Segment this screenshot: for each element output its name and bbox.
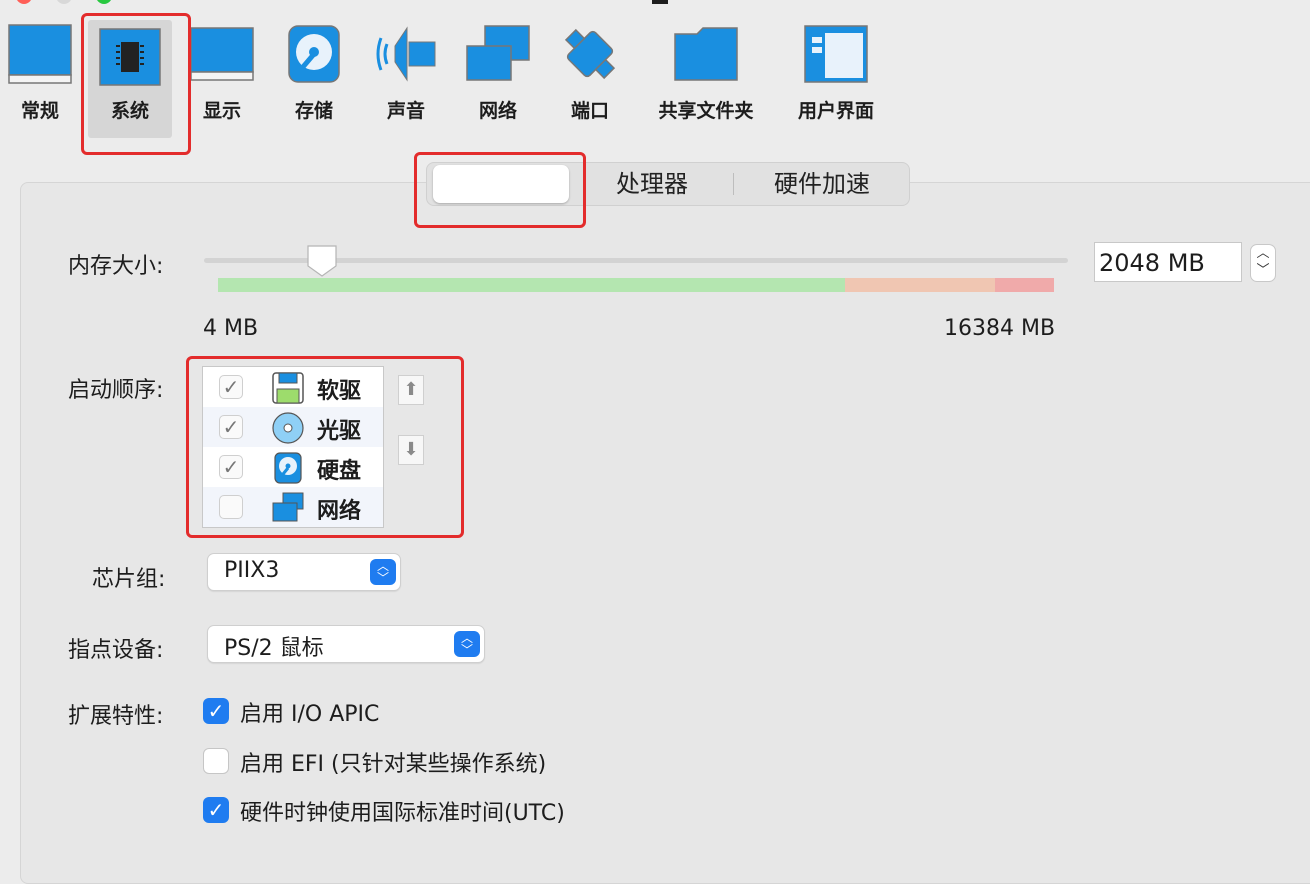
- utc-checkbox[interactable]: ✓: [203, 797, 229, 823]
- pointing-device-label: 指点设备:: [68, 638, 164, 663]
- toolbar-label-display: 显示: [202, 100, 241, 122]
- display-icon: [190, 27, 254, 81]
- memory-slider-thumb[interactable]: [306, 244, 338, 278]
- chipset-value: PIIX3: [224, 558, 280, 583]
- toolbar-label-audio: 声音: [386, 100, 425, 122]
- memory-stepper[interactable]: ︿ ﹀: [1250, 244, 1276, 282]
- chevron-up-down-icon: ︿ ﹀: [454, 631, 480, 657]
- memory-zone-ok: [218, 278, 845, 292]
- toolbar-user-interface[interactable]: 用户界面: [794, 14, 878, 123]
- ioapic-checkbox[interactable]: ✓: [203, 698, 229, 724]
- toolbar-shared-folders[interactable]: 共享文件夹: [656, 14, 756, 123]
- settings-toolbar: 常规 系统 显示 存储 声音 网络 端口 共享文件夹 用户界面: [0, 0, 1310, 150]
- toolbar-label-general: 常规: [20, 100, 59, 122]
- network-icon: [466, 25, 530, 81]
- folder-icon: [674, 27, 738, 81]
- toolbar-ports[interactable]: 端口: [550, 14, 630, 123]
- toolbar-label-ports: 端口: [570, 100, 609, 122]
- utc-label[interactable]: 硬件时钟使用国际标准时间(UTC): [240, 795, 565, 827]
- memory-zone-danger: [995, 278, 1054, 292]
- pointing-device-select[interactable]: PS/2 鼠标 ︿ ﹀: [207, 625, 485, 663]
- storage-icon: [288, 25, 340, 83]
- boot-order-label: 启动顺序:: [68, 378, 164, 403]
- chipset-label: 芯片组:: [92, 567, 166, 592]
- ui-window-icon: [804, 25, 868, 83]
- stepper-up-icon[interactable]: ︿: [1251, 245, 1275, 262]
- memory-zone-warning: [845, 278, 995, 292]
- ioapic-label[interactable]: 启用 I/O APIC: [240, 696, 379, 728]
- toolbar-label-network: 网络: [478, 100, 517, 122]
- toolbar-label-shared-folders: 共享文件夹: [658, 100, 754, 122]
- pointing-device-value: PS/2 鼠标: [224, 636, 324, 661]
- memory-value-field[interactable]: 2048 MB: [1094, 242, 1242, 282]
- chipset-select[interactable]: PIIX3 ︿ ﹀: [207, 553, 401, 591]
- tab-acceleration[interactable]: 硬件加速: [737, 163, 907, 205]
- tab-separator: [733, 173, 734, 195]
- stepper-down-icon[interactable]: ﹀: [1251, 262, 1275, 279]
- toolbar-audio[interactable]: 声音: [366, 14, 446, 123]
- memory-label: 内存大小:: [68, 254, 164, 279]
- features-label: 扩展特性:: [68, 704, 164, 729]
- tab-processor[interactable]: 处理器: [577, 163, 727, 205]
- efi-checkbox[interactable]: [203, 748, 229, 774]
- speaker-icon: [376, 26, 436, 82]
- general-icon: [8, 24, 72, 84]
- toolbar-label-user-interface: 用户界面: [797, 100, 874, 122]
- toolbar-storage[interactable]: 存储: [274, 14, 354, 123]
- efi-label[interactable]: 启用 EFI (只针对某些操作系统): [240, 746, 546, 778]
- toolbar-general[interactable]: 常规: [0, 14, 80, 123]
- highlight-boot-order: [186, 356, 464, 538]
- memory-min-label: 4 MB: [203, 316, 259, 341]
- memory-max-label: 16384 MB: [944, 316, 1056, 341]
- chevron-up-down-icon: ︿ ﹀: [370, 559, 396, 585]
- toolbar-network[interactable]: 网络: [458, 14, 538, 123]
- highlight-tab: [414, 152, 586, 228]
- highlight-system: [81, 13, 191, 155]
- port-icon: [564, 28, 616, 80]
- toolbar-label-storage: 存储: [294, 100, 333, 122]
- toolbar-display[interactable]: 显示: [182, 14, 262, 123]
